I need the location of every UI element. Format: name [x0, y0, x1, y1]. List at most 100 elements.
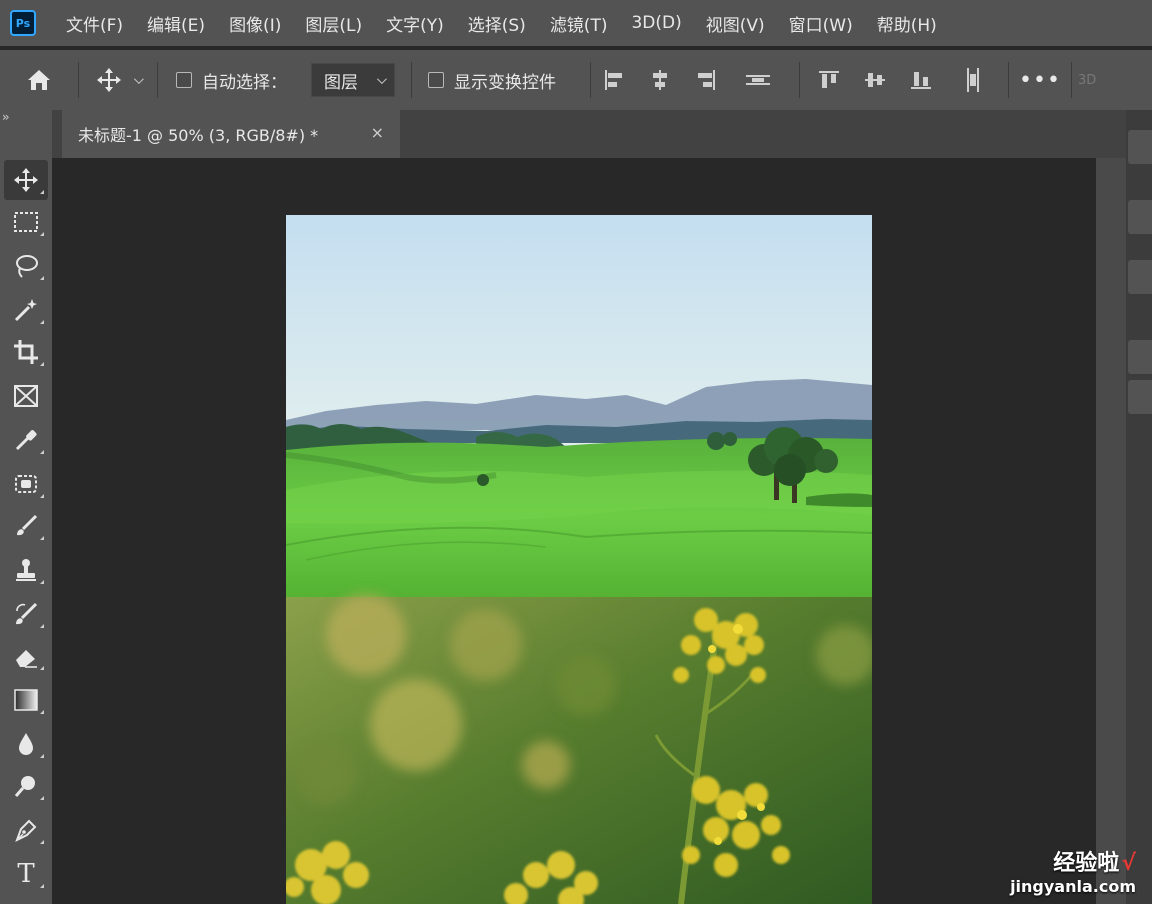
lasso-tool[interactable]: [4, 246, 48, 286]
align-left-icon: [605, 70, 622, 90]
auto-select-option: 自动选择：: [176, 68, 287, 93]
brush-tool[interactable]: [4, 506, 48, 546]
menu-type[interactable]: 文字(Y): [386, 11, 444, 36]
marquee-tool-icon: [14, 212, 38, 232]
distribute-button[interactable]: [735, 50, 781, 110]
blur-tool-icon: [19, 733, 33, 755]
menu-image[interactable]: 图像(I): [229, 11, 281, 36]
brush-tool-icon: [17, 514, 38, 536]
dock-panel-button[interactable]: [1128, 380, 1152, 414]
align-bottom-icon: [911, 72, 931, 89]
magic-wand-tool[interactable]: [4, 290, 48, 330]
dock-panel-button[interactable]: [1128, 260, 1152, 294]
spot-healing-tool-icon: [15, 475, 37, 493]
menu-window[interactable]: 窗口(W): [789, 11, 853, 36]
align-top-icon: [819, 71, 839, 88]
menu-view[interactable]: 视图(V): [706, 11, 765, 36]
checkmark-icon: √: [1121, 851, 1136, 876]
align-bottom-button[interactable]: [898, 50, 944, 110]
menu-select[interactable]: 选择(S): [468, 11, 526, 36]
landscape-layer: [286, 215, 872, 597]
spot-healing-tool[interactable]: [4, 464, 48, 504]
move-tool-icon: [14, 168, 38, 192]
flower-layer: [286, 595, 872, 904]
watermark-url: jingyanla.com: [1010, 877, 1136, 896]
type-tool-icon: T: [17, 859, 35, 889]
lasso-tool-icon: [16, 255, 38, 278]
pen-tool-icon: [15, 819, 37, 843]
align-right-icon: [698, 70, 715, 90]
show-transform-label: 显示变换控件: [454, 72, 556, 93]
move-tool[interactable]: [4, 160, 48, 200]
distribute-horizontal-button[interactable]: [950, 50, 996, 110]
align-vertical-center-icon: [865, 73, 885, 87]
menu-filter[interactable]: 滤镜(T): [550, 11, 608, 36]
crop-tool[interactable]: [4, 332, 48, 372]
dodge-tool-icon: [14, 776, 35, 797]
tool-preset-picker[interactable]: [79, 50, 157, 110]
separator: [411, 62, 412, 98]
dock-panel-button[interactable]: [1128, 340, 1152, 374]
magic-wand-tool-icon: [14, 299, 37, 322]
chevron-down-icon: [376, 73, 387, 84]
separator: [157, 62, 158, 98]
eraser-tool[interactable]: [4, 636, 48, 676]
panel-collapse-toggle[interactable]: ››: [2, 110, 9, 124]
crop-tool-icon: [14, 340, 38, 364]
align-right-button[interactable]: [683, 50, 729, 110]
home-icon: [28, 70, 50, 90]
align-hcenter-button[interactable]: [637, 50, 683, 110]
dock-panel-button[interactable]: [1128, 130, 1152, 164]
home-button[interactable]: [0, 50, 78, 110]
right-panel-dock: [1126, 110, 1152, 904]
eyedropper-tool[interactable]: [4, 420, 48, 460]
vertical-scrollbar[interactable]: [1096, 158, 1126, 904]
separator: [1071, 62, 1072, 98]
gradient-tool-icon: [14, 689, 38, 711]
document-tab[interactable]: 未标题-1 @ 50% (3, RGB/8#) * ×: [62, 110, 400, 158]
type-tool[interactable]: T: [4, 854, 48, 894]
frame-tool-icon: [14, 385, 38, 407]
3d-mode-label: 3D: [1078, 72, 1097, 88]
more-options-button[interactable]: •••: [1009, 68, 1071, 93]
frame-tool[interactable]: [4, 376, 48, 416]
eraser-tool-icon: [16, 650, 37, 668]
menu-file[interactable]: 文件(F): [66, 11, 123, 36]
clone-stamp-tool[interactable]: [4, 550, 48, 590]
close-icon[interactable]: ×: [371, 123, 384, 142]
dock-panel-button[interactable]: [1128, 200, 1152, 234]
align-vertical-distribute-icon: [746, 75, 770, 85]
dodge-tool[interactable]: [4, 766, 48, 806]
document-canvas[interactable]: [286, 215, 872, 904]
chevron-down-icon: [133, 73, 144, 84]
history-brush-tool[interactable]: [4, 594, 48, 634]
marquee-tool[interactable]: [4, 202, 48, 242]
align-vcenter-button[interactable]: [852, 50, 898, 110]
tools-panel: ›› T: [0, 110, 52, 904]
align-top-button[interactable]: [806, 50, 852, 110]
menu-3d[interactable]: 3D(D): [631, 13, 681, 33]
show-transform-checkbox[interactable]: [428, 72, 444, 88]
eyedropper-tool-icon: [15, 430, 37, 451]
menu-edit[interactable]: 编辑(E): [147, 11, 205, 36]
photoshop-logo[interactable]: Ps: [10, 10, 36, 36]
menu-help[interactable]: 帮助(H): [877, 11, 937, 36]
move-icon: [96, 68, 121, 92]
separator: [799, 62, 800, 98]
gradient-tool[interactable]: [4, 680, 48, 720]
show-transform-option: 显示变换控件: [428, 68, 556, 93]
auto-select-target-dropdown[interactable]: 图层: [311, 63, 395, 97]
pen-tool[interactable]: [4, 810, 48, 850]
align-horizontal-center-icon: [653, 70, 667, 90]
canvas-image: [286, 215, 872, 904]
align-left-button[interactable]: [591, 50, 637, 110]
clone-stamp-tool-icon: [16, 559, 36, 581]
history-brush-tool-icon: [16, 602, 38, 625]
document-tab-title: 未标题-1 @ 50% (3, RGB/8#) *: [78, 126, 319, 145]
auto-select-checkbox[interactable]: [176, 72, 192, 88]
auto-select-label: 自动选择：: [202, 72, 287, 93]
dropdown-value: 图层: [324, 72, 358, 93]
blur-tool[interactable]: [4, 724, 48, 764]
menu-layer[interactable]: 图层(L): [305, 11, 362, 36]
document-tab-bar: 未标题-1 @ 50% (3, RGB/8#) * ×: [0, 110, 1152, 158]
